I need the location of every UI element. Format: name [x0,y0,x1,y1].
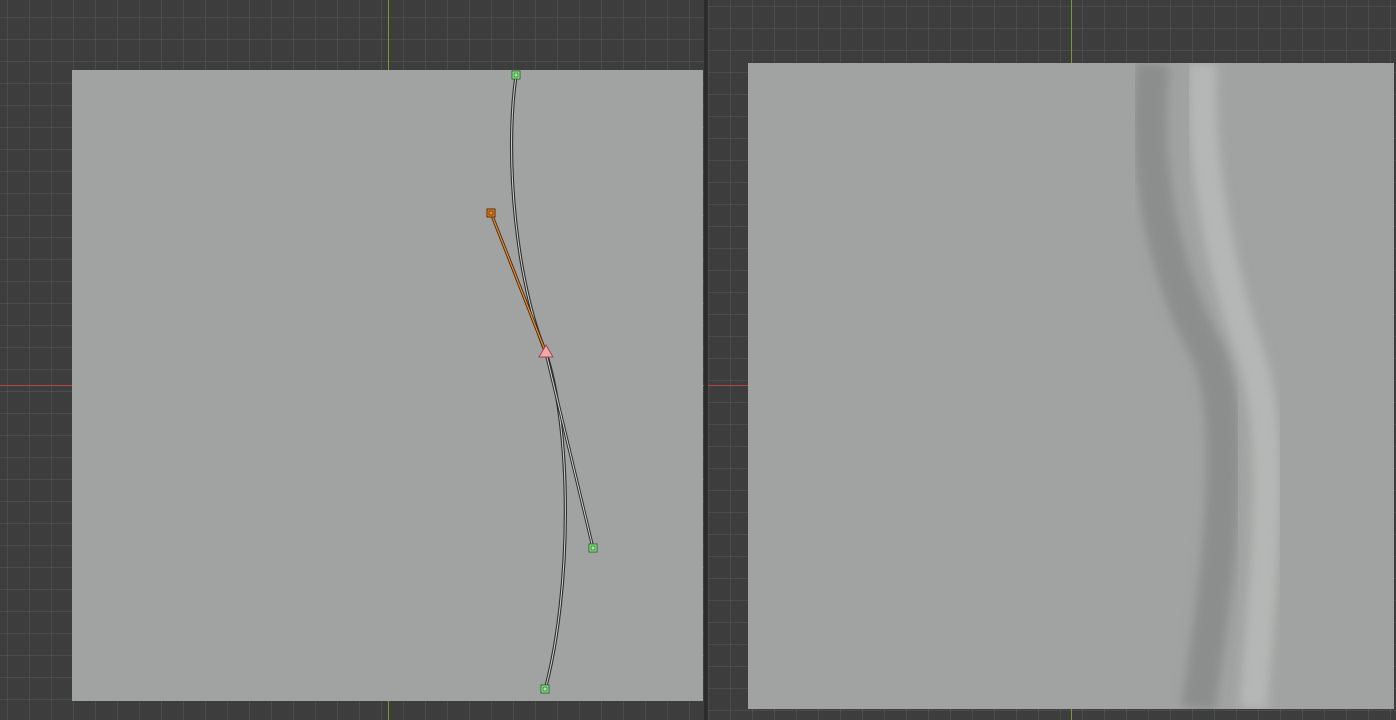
texture-canvas[interactable] [748,63,1394,709]
curve-point-middle[interactable] [538,344,554,358]
curve-editor-viewport[interactable] [0,0,704,720]
tangent-handle-upper[interactable] [486,208,496,218]
tangent-handle-lower[interactable] [588,543,598,553]
curve-point-bottom[interactable] [540,684,550,694]
texture-preview-viewport[interactable] [708,0,1396,720]
groove-texture [1133,63,1281,709]
curve-overlay [486,70,598,694]
curve-point-top[interactable] [511,70,521,80]
x-axis-line [708,385,748,386]
curve-canvas[interactable] [72,70,703,701]
